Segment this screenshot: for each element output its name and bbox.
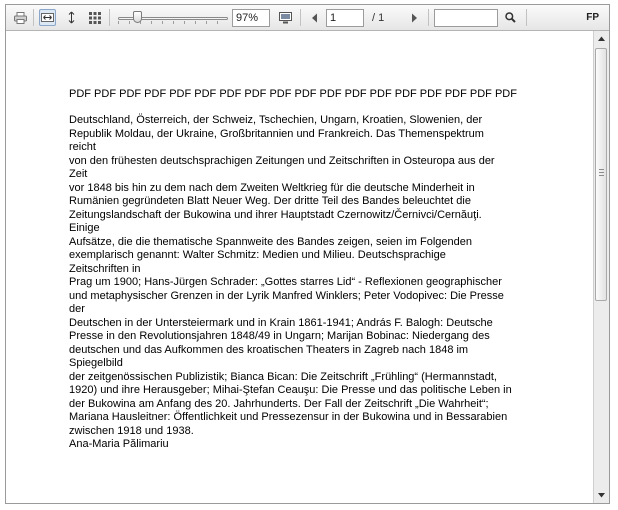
text-line: Presse in den Revolutionsjahren 1848/49 …: [69, 330, 490, 342]
text-line: der: [69, 303, 85, 315]
fit-height-icon[interactable]: [63, 9, 80, 26]
next-page-icon[interactable]: [406, 9, 423, 26]
page-heading: PDF PDF PDF PDF PDF PDF PDF PDF PDF PDF …: [69, 88, 517, 100]
toolbar: 97% 1 / 1 FP: [6, 5, 609, 31]
toolbar-separator: [428, 9, 429, 26]
text-line: 1920) und ihre Herausgeber; Mihai-Ştefan…: [69, 384, 512, 396]
text-line: der Bukowina am Anfang des 20. Jahrhunde…: [69, 397, 489, 410]
text-line: Republik Moldau, der Ukraine, Großbritan…: [69, 127, 484, 140]
scrollbar-grip-icon: [599, 169, 604, 176]
text-line: zwischen 1918 und 1938.: [69, 424, 194, 437]
text-line: Zeit: [69, 168, 88, 180]
text-line: Rumänien gegründeten Blatt Neuer Weg. De…: [69, 195, 471, 207]
search-input[interactable]: [434, 9, 498, 27]
thumbnails-icon[interactable]: [86, 9, 103, 26]
text-line: Einige: [69, 222, 100, 234]
prev-page-icon[interactable]: [306, 9, 323, 26]
scrollbar-thumb[interactable]: [595, 48, 607, 301]
text-line: vor 1848 bis hin zu dem nach dem Zweiten…: [69, 181, 475, 194]
document-page[interactable]: PDF PDF PDF PDF PDF PDF PDF PDF PDF PDF …: [6, 31, 593, 503]
text-line: Deutschen in der Untersteiermark und in …: [69, 316, 493, 329]
toolbar-separator: [300, 9, 301, 26]
vertical-scrollbar[interactable]: [593, 31, 609, 503]
toolbar-separator: [33, 9, 34, 26]
display-mode-icon[interactable]: [277, 9, 294, 26]
zoom-level-field[interactable]: 97%: [232, 9, 270, 27]
text-line: von den frühesten deutschsprachigen Zeit…: [69, 154, 495, 167]
toolbar-separator: [526, 9, 527, 26]
text-line: Spiegelbild: [69, 357, 123, 369]
text-line: Prag um 1900; Hans-Jürgen Schrader: „Got…: [69, 276, 502, 288]
text-line: Ana-Maria Pălimariu: [69, 438, 169, 450]
printer-icon[interactable]: [12, 9, 29, 26]
page-total-label: / 1: [372, 12, 385, 24]
text-line: der zeitgenössischen Publizistik; Bianca…: [69, 370, 497, 383]
text-line: exemplarisch genannt: Walter Schmitz: Me…: [69, 249, 446, 261]
text-line: Zeitungslandschaft der Bukowina und ihre…: [69, 208, 482, 221]
toolbar-separator: [109, 9, 110, 26]
page-number-input[interactable]: 1: [326, 9, 364, 27]
fp-label: FP: [586, 12, 599, 23]
zoom-slider-thumb[interactable]: [133, 11, 143, 23]
text-line: Deutschland, Österreich, der Schweiz, Ts…: [69, 114, 483, 126]
text-line: reicht: [69, 141, 96, 153]
text-line: und metaphysischer Grenzen in der Lyrik …: [69, 289, 504, 302]
scroll-down-icon[interactable]: [594, 488, 609, 503]
text-line: Aufsätze, die die thematische Spannweite…: [69, 235, 472, 248]
scroll-up-icon[interactable]: [594, 31, 609, 46]
text-line: Mariana Hausleitner: Öffentlichkeit und …: [69, 411, 508, 423]
fit-width-icon[interactable]: [39, 9, 56, 26]
document-text: Deutschland, Österreich, der Schweiz, Ts…: [69, 114, 589, 452]
text-line: deutschen und das Aufkommen des kroatisc…: [69, 343, 469, 356]
pdf-viewer: 97% 1 / 1 FP PDF PDF PDF PDF PDF PDF PDF…: [5, 4, 610, 504]
search-icon[interactable]: [502, 9, 519, 26]
text-line: Zeitschriften in: [69, 262, 141, 275]
